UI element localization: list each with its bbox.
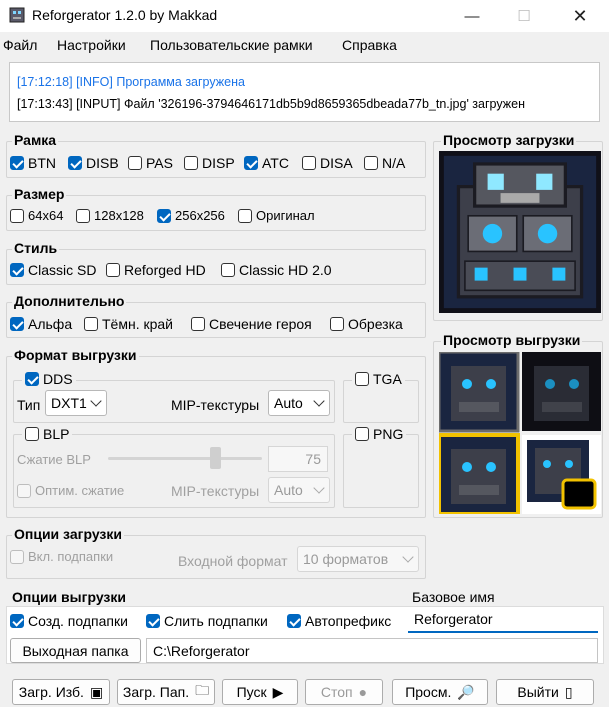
dds-checkbox[interactable]: DDS [22, 371, 76, 387]
extra-hero-glow-checkbox[interactable]: Свечение героя [191, 316, 312, 332]
preview-export-grid [439, 352, 601, 514]
frame-disp-checkbox[interactable]: DISP [184, 155, 235, 171]
log-panel[interactable]: [17:12:18] [INFO] Программа загружена [1… [9, 62, 600, 122]
style-classic-hd2-checkbox[interactable]: Classic HD 2.0 [221, 262, 332, 278]
frame-na-checkbox[interactable]: N/A [364, 155, 405, 171]
blp-compression-value[interactable]: 75 [268, 446, 328, 472]
load-image-button[interactable]: Загр. Изб. ▣ [12, 679, 110, 705]
app-icon [9, 7, 25, 23]
blp-compression-slider[interactable] [108, 457, 262, 460]
stop-button[interactable]: Стоп ● [305, 679, 383, 705]
dds-mip-label: MIP-текстуры [171, 397, 260, 413]
output-folder-input[interactable]: C:\Reforgerator [146, 638, 598, 663]
blp-compression-label: Сжатие BLP [17, 452, 91, 467]
chevron-down-icon [313, 395, 325, 407]
frame-atc-checkbox[interactable]: ATC [244, 155, 289, 171]
chevron-down-icon [313, 482, 325, 494]
preview-load-image [439, 151, 601, 313]
preview-export-title: Просмотр выгрузки [441, 332, 583, 348]
size-64-checkbox[interactable]: 64x64 [10, 208, 63, 223]
extra-group-title: Дополнительно [12, 293, 127, 309]
export-options-title: Опции выгрузки [12, 589, 126, 605]
frame-group-title: Рамка [12, 132, 59, 148]
menu-settings[interactable]: Настройки [57, 37, 126, 53]
image-icon: ▣ [89, 683, 104, 700]
frame-disa-checkbox[interactable]: DISA [302, 155, 353, 171]
window-title: Reforgerator 1.2.0 by Makkad [32, 7, 218, 23]
preview-load-title: Просмотр загрузки [441, 132, 577, 148]
title-bar: Reforgerator 1.2.0 by Makkad — ☐ ✕ [0, 0, 609, 32]
style-group-title: Стиль [12, 240, 60, 256]
style-reforged-hd-checkbox[interactable]: Reforged HD [106, 262, 206, 278]
blp-optimize-checkbox[interactable]: Оптим. сжатие [17, 483, 124, 498]
dds-type-label: Тип [17, 397, 41, 413]
png-checkbox[interactable]: PNG [352, 426, 407, 442]
dds-mip-select[interactable]: Auto [268, 390, 330, 416]
blp-mip-label: MIP-текстуры [171, 483, 260, 499]
blp-checkbox[interactable]: BLP [22, 426, 73, 442]
create-subfolders-checkbox[interactable]: Созд. подпапки [10, 613, 128, 629]
extra-crop-checkbox[interactable]: Обрезка [330, 316, 403, 332]
load-options-title: Опции загрузки [12, 526, 124, 542]
folder-icon: 🗀 [195, 682, 210, 698]
minimize-icon: — [464, 7, 480, 25]
merge-subfolders-checkbox[interactable]: Слить подпапки [146, 613, 268, 629]
start-button[interactable]: Пуск ▶ [222, 679, 298, 705]
log-line: [17:13:43] [INPUT] Файл '326196-37946461… [17, 97, 525, 111]
png-subgroup [343, 434, 419, 508]
exit-door-icon: ▯ [564, 683, 573, 700]
play-icon: ▶ [272, 683, 284, 700]
close-button[interactable]: ✕ [557, 0, 603, 32]
input-format-label: Входной формат [178, 553, 288, 569]
size-256-checkbox[interactable]: 256x256 [157, 208, 225, 223]
record-icon: ● [358, 684, 368, 700]
autoprefix-checkbox[interactable]: Автопрефикс [287, 613, 391, 629]
load-folder-button[interactable]: Загр. Пап. 🗀 [117, 679, 215, 705]
output-folder-button[interactable]: Выходная папка [10, 638, 141, 663]
extra-dark-edge-checkbox[interactable]: Тёмн. край [84, 316, 173, 332]
magnifier-icon: 🔎 [457, 683, 475, 700]
menu-file[interactable]: Файл [3, 37, 37, 53]
dds-type-select[interactable]: DXT1 [45, 390, 107, 416]
blp-compression-slider-thumb[interactable] [210, 447, 221, 469]
include-subfolders-checkbox[interactable]: Вкл. подпапки [10, 549, 113, 564]
minimize-button[interactable]: — [449, 0, 495, 32]
input-format-select[interactable]: 10 форматов [297, 546, 419, 572]
tga-checkbox[interactable]: TGA [352, 371, 405, 387]
maximize-button[interactable]: ☐ [501, 0, 547, 32]
frame-pas-checkbox[interactable]: PAS [128, 155, 173, 171]
view-button[interactable]: Просм. 🔎 [392, 679, 488, 705]
log-line: [17:12:18] [INFO] Программа загружена [17, 75, 245, 89]
extra-alpha-checkbox[interactable]: Альфа [10, 316, 72, 332]
chevron-down-icon [402, 551, 414, 563]
blp-mip-select[interactable]: Auto [268, 477, 330, 503]
export-format-title: Формат выгрузки [12, 347, 139, 363]
base-name-input[interactable]: Reforgerator [408, 607, 598, 633]
size-group-title: Размер [12, 186, 67, 202]
frame-btn-checkbox[interactable]: BTN [10, 155, 56, 171]
size-128-checkbox[interactable]: 128x128 [76, 208, 144, 223]
size-original-checkbox[interactable]: Оригинал [238, 208, 315, 223]
menu-custom-frames[interactable]: Пользовательские рамки [150, 37, 313, 53]
menu-help[interactable]: Справка [342, 37, 397, 53]
exit-button[interactable]: Выйти ▯ [496, 679, 594, 705]
maximize-icon: ☐ [517, 8, 531, 25]
chevron-down-icon [90, 395, 102, 407]
style-classic-sd-checkbox[interactable]: Classic SD [10, 262, 96, 278]
base-name-label: Базовое имя [412, 589, 495, 605]
close-icon: ✕ [572, 5, 588, 26]
frame-disb-checkbox[interactable]: DISB [68, 155, 119, 171]
